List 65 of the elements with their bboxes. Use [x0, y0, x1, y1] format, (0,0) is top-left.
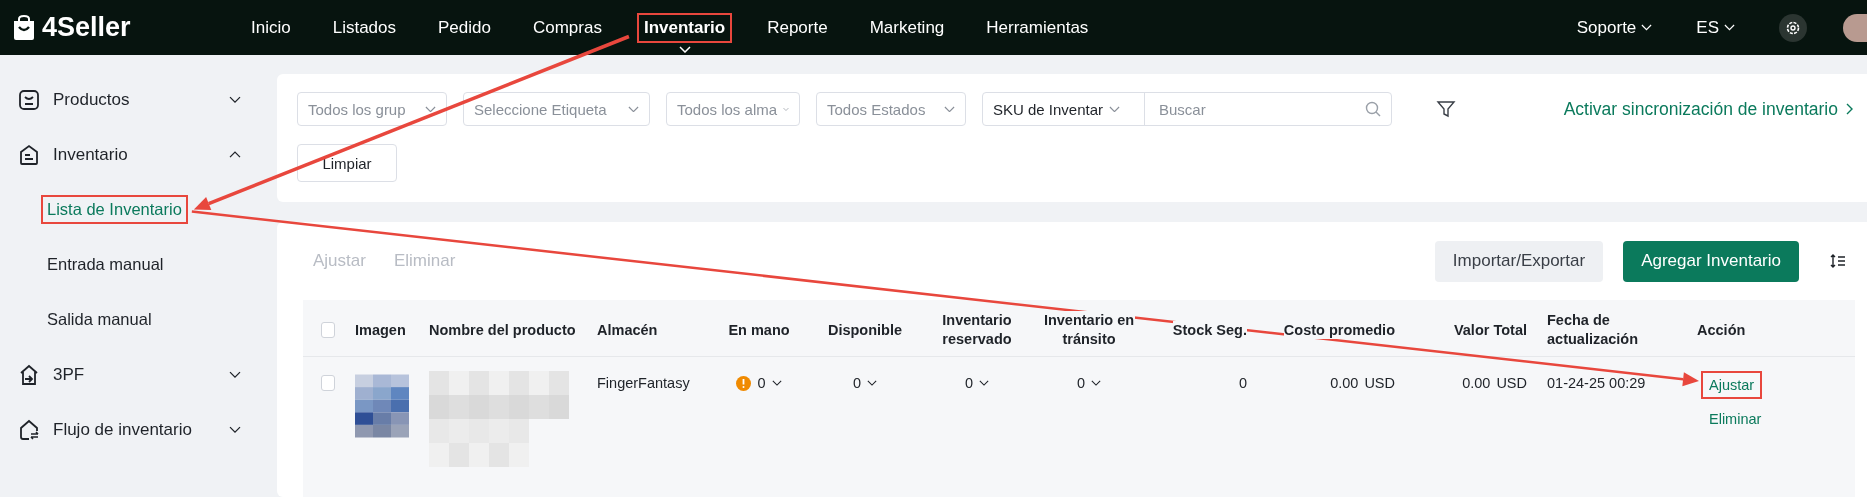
- chevron-down-icon: [783, 105, 789, 113]
- chevron-down-icon: [628, 105, 639, 113]
- table-cell: 0: [1076, 375, 1086, 391]
- currency-label: USD: [1496, 375, 1527, 391]
- caret-icon: [678, 45, 691, 53]
- table-cell-text: 01-24-25 00:29: [1546, 374, 1647, 393]
- nav-link[interactable]: Listados: [325, 12, 403, 43]
- table-cell: 0.00: [1462, 375, 1491, 391]
- chevron-down-icon: [1641, 24, 1653, 31]
- sidebar-item[interactable]: 3PF: [0, 347, 277, 402]
- nav-link[interactable]: Pedido: [431, 12, 498, 43]
- sidebar-item[interactable]: Inventario: [0, 127, 277, 182]
- house-swap-icon: [18, 418, 40, 441]
- action-link[interactable]: Ajustar: [1701, 371, 1763, 399]
- nav-link[interactable]: Reporte: [760, 12, 835, 43]
- table-cell: 0: [964, 375, 974, 391]
- table-cell: 0: [757, 375, 766, 391]
- chevron-down-icon: [771, 380, 782, 386]
- import-export-button[interactable]: Importar/Exportar: [1434, 240, 1604, 282]
- chevron-down-icon: [944, 105, 955, 113]
- table-cell: 0: [852, 375, 862, 391]
- sidebar-subitem[interactable]: Lista de Inventario: [41, 195, 188, 224]
- search-bar[interactable]: SKU de Inventar Buscar: [982, 92, 1392, 126]
- chevron-down-icon: [229, 370, 241, 379]
- filter-icon[interactable]: [1436, 99, 1456, 119]
- nav-link[interactable]: Compras: [525, 12, 609, 43]
- top-menu[interactable]: ES: [1696, 17, 1735, 38]
- avatar[interactable]: [1843, 13, 1867, 42]
- box-icon: [18, 88, 40, 111]
- search-icon: [1365, 101, 1381, 117]
- checkbox[interactable]: [321, 375, 335, 391]
- sync-link[interactable]: Activar sincronización de inventario: [1563, 98, 1853, 120]
- chevron-down-icon: [1091, 380, 1102, 386]
- nav-link[interactable]: Herramientas: [979, 12, 1096, 43]
- logo-text: 4Seller: [42, 12, 131, 43]
- chevron-down-icon: [1724, 24, 1735, 31]
- sidebar-item[interactable]: Productos: [0, 72, 277, 127]
- top-menu[interactable]: Soporte: [1576, 17, 1653, 38]
- chevron-down-icon: [229, 425, 241, 434]
- sidebar-item[interactable]: Flujo de inventario: [0, 402, 277, 457]
- table-cell-text: 0: [1237, 374, 1248, 393]
- sidebar-subitem[interactable]: Entrada manual: [41, 250, 170, 279]
- table-cell-text: FingerFantasy: [596, 374, 691, 393]
- currency-label: USD: [1364, 375, 1395, 391]
- nav-link[interactable]: Inicio: [244, 12, 298, 43]
- chevron-down-icon: [979, 380, 990, 386]
- house-icon: [18, 143, 40, 166]
- sidebar-subitem[interactable]: Salida manual: [41, 305, 158, 334]
- sort-icon[interactable]: [1829, 253, 1847, 269]
- shopping-bag-icon: [12, 14, 36, 41]
- chevron-up-icon: [229, 150, 241, 159]
- chevron-right-icon: [1846, 103, 1853, 115]
- settings-icon[interactable]: [1779, 13, 1807, 42]
- nav-link[interactable]: Marketing: [862, 12, 952, 43]
- action-link[interactable]: Eliminar: [1701, 405, 1770, 433]
- add-button[interactable]: Agregar Inventario: [1623, 240, 1799, 282]
- checkbox[interactable]: [321, 322, 335, 338]
- column-header: Stock Seg.: [1172, 320, 1247, 340]
- chevron-down-icon: [1109, 105, 1121, 113]
- chevron-down-icon: [425, 105, 436, 113]
- chevron-down-icon: [229, 95, 241, 104]
- house-exit-icon: [18, 363, 40, 386]
- clear-button[interactable]: Limpiar: [297, 144, 397, 182]
- table-cell: 0.00: [1330, 375, 1359, 391]
- chevron-down-icon: [867, 380, 878, 386]
